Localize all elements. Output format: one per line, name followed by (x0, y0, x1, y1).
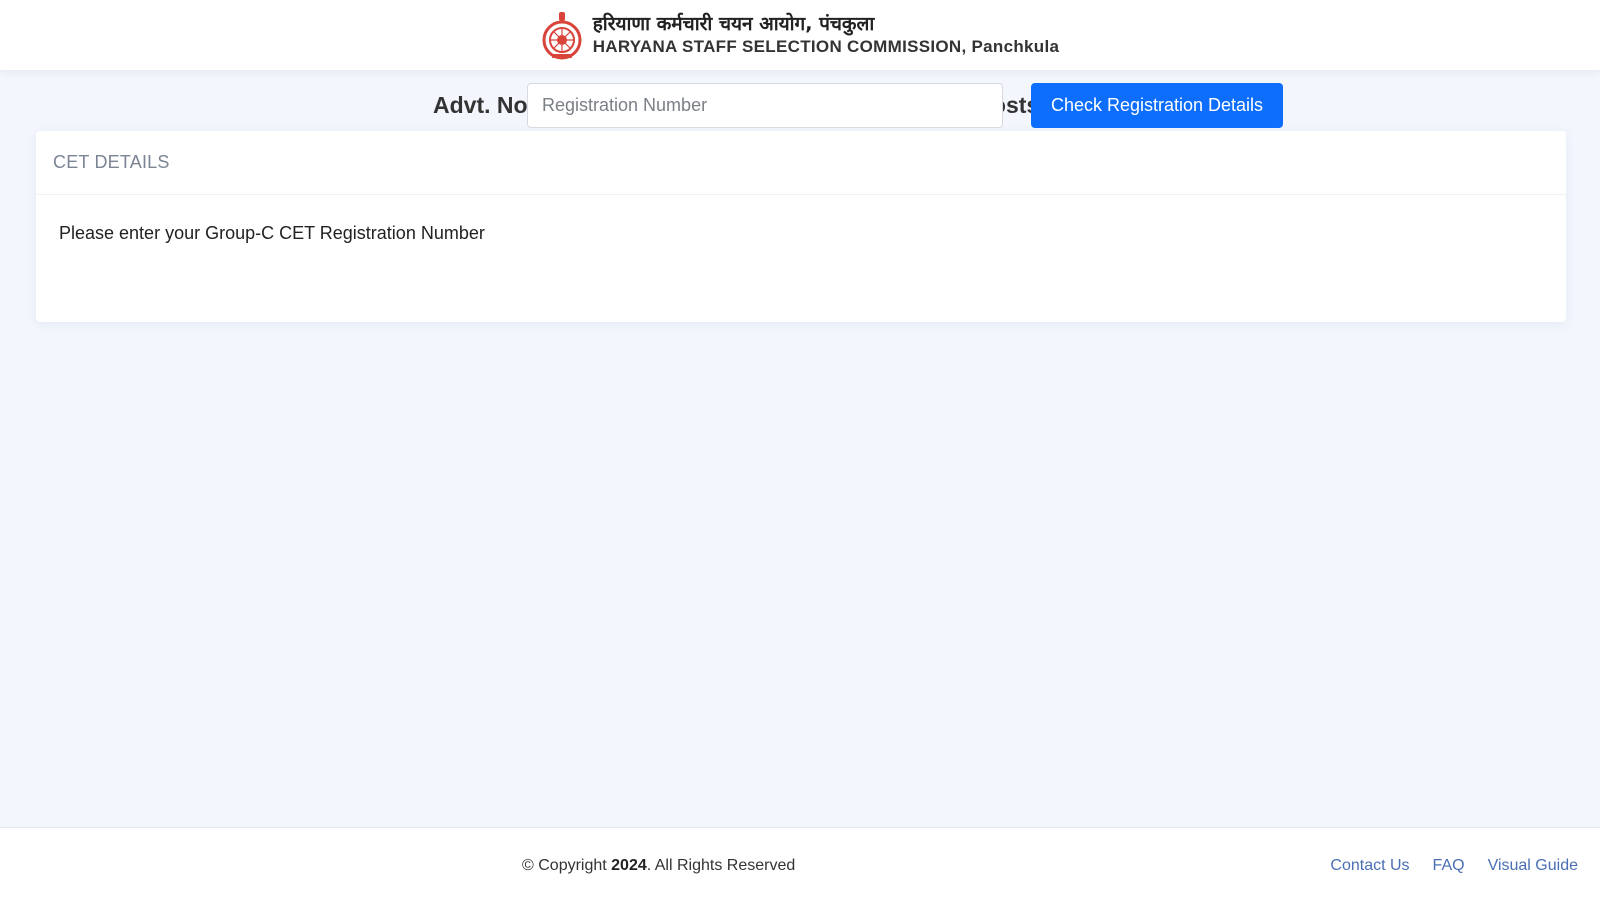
footer-links: Contact Us FAQ Visual Guide (1330, 857, 1578, 875)
site-header: हरियाणा कर्मचारी चयन आयोग, पंचकुला HARYA… (0, 0, 1600, 70)
copyright-prefix: © Copyright (522, 857, 612, 874)
card-heading: CET DETAILS (36, 131, 1566, 195)
copyright-suffix: . All Rights Reserved (646, 857, 796, 874)
faq-link[interactable]: FAQ (1433, 857, 1465, 875)
org-name-hindi: हरियाणा कर्मचारी चयन आयोग, पंचकुला (592, 13, 875, 35)
org-name: हरियाणा कर्मचारी चयन आयोग, पंचकुला HARYA… (593, 12, 1060, 58)
registration-prompt-label: Please enter your Group-C CET Registrati… (59, 223, 485, 243)
cet-details-card: CET DETAILS Please enter your Group-C CE… (36, 131, 1566, 322)
visual-guide-link[interactable]: Visual Guide (1488, 857, 1578, 875)
registration-number-input[interactable] (527, 83, 1003, 128)
copyright-year: 2024 (611, 857, 647, 874)
card-body: Please enter your Group-C CET Registrati… (36, 195, 1566, 322)
check-registration-button[interactable]: Check Registration Details (1031, 83, 1283, 128)
org-name-english: HARYANA STAFF SELECTION COMMISSION, Panc… (592, 37, 1060, 56)
copyright-text: © Copyright 2024. All Rights Reserved (522, 857, 795, 875)
contact-us-link[interactable]: Contact Us (1330, 857, 1409, 875)
header-branding: हरियाणा कर्मचारी चयन आयोग, पंचकुला HARYA… (541, 10, 1060, 60)
haryana-emblem-icon (542, 12, 582, 60)
site-footer: © Copyright 2024. All Rights Reserved Co… (0, 827, 1600, 900)
